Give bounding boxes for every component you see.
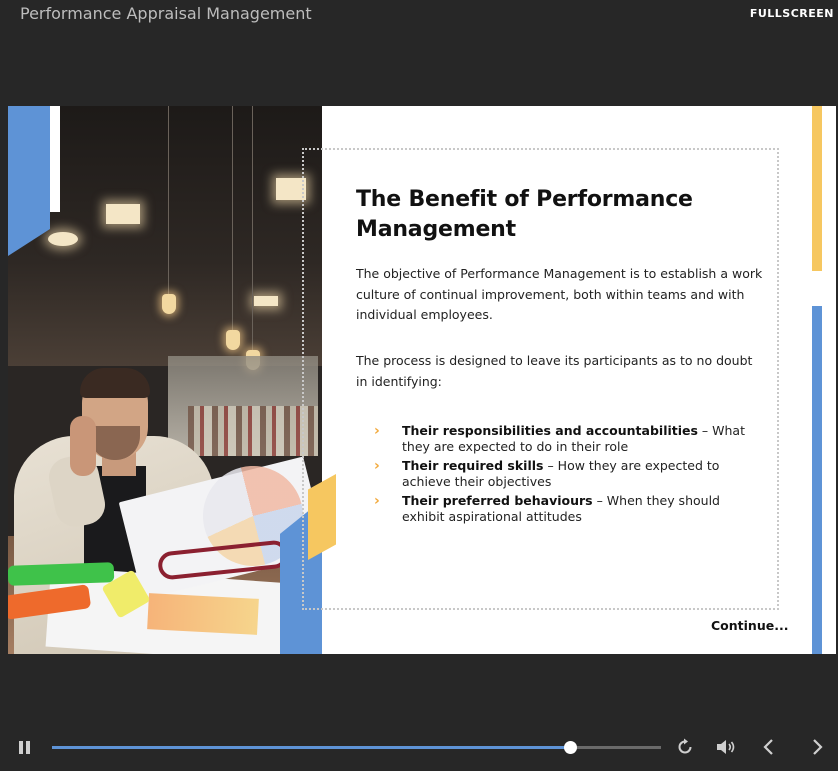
slide: The Benefit of Performance Management Th… <box>8 106 836 654</box>
list-item-heading: Their preferred behaviours <box>402 493 593 508</box>
slide-title: The Benefit of Performance Management <box>356 187 693 242</box>
process-paragraph: The process is designed to leave its par… <box>356 353 753 389</box>
benefit-list: › Their responsibilities and accountabil… <box>374 423 754 528</box>
chevron-right-icon: › <box>374 423 380 439</box>
decor-yellow-bar <box>812 106 822 271</box>
player-controls <box>0 730 838 766</box>
list-item: › Their required skills – How they are e… <box>374 458 754 490</box>
next-icon[interactable] <box>810 738 824 756</box>
chevron-right-icon: › <box>374 458 380 474</box>
replay-icon[interactable] <box>676 738 694 756</box>
pause-icon[interactable] <box>18 739 32 755</box>
previous-icon[interactable] <box>762 738 776 756</box>
chevron-right-icon: › <box>374 493 380 509</box>
decor-blue-bar <box>812 306 822 654</box>
objective-paragraph: The objective of Performance Management … <box>356 266 763 322</box>
progress-fill <box>52 746 570 749</box>
list-item-heading: Their responsibilities and accountabilit… <box>402 423 698 438</box>
progress-handle[interactable] <box>563 741 577 754</box>
progress-bar[interactable] <box>52 741 661 754</box>
top-bar: Performance Appraisal Management FULLSCR… <box>0 0 838 28</box>
volume-icon[interactable] <box>716 738 738 756</box>
app-title: Performance Appraisal Management <box>20 4 312 23</box>
list-item: › Their preferred behaviours – When they… <box>374 493 754 525</box>
fullscreen-button[interactable]: FULLSCREEN <box>750 7 834 20</box>
decor-white-strip <box>50 106 60 212</box>
list-item: › Their responsibilities and accountabil… <box>374 423 754 455</box>
list-item-heading: Their required skills <box>402 458 544 473</box>
continue-link[interactable]: Continue... <box>711 618 788 633</box>
